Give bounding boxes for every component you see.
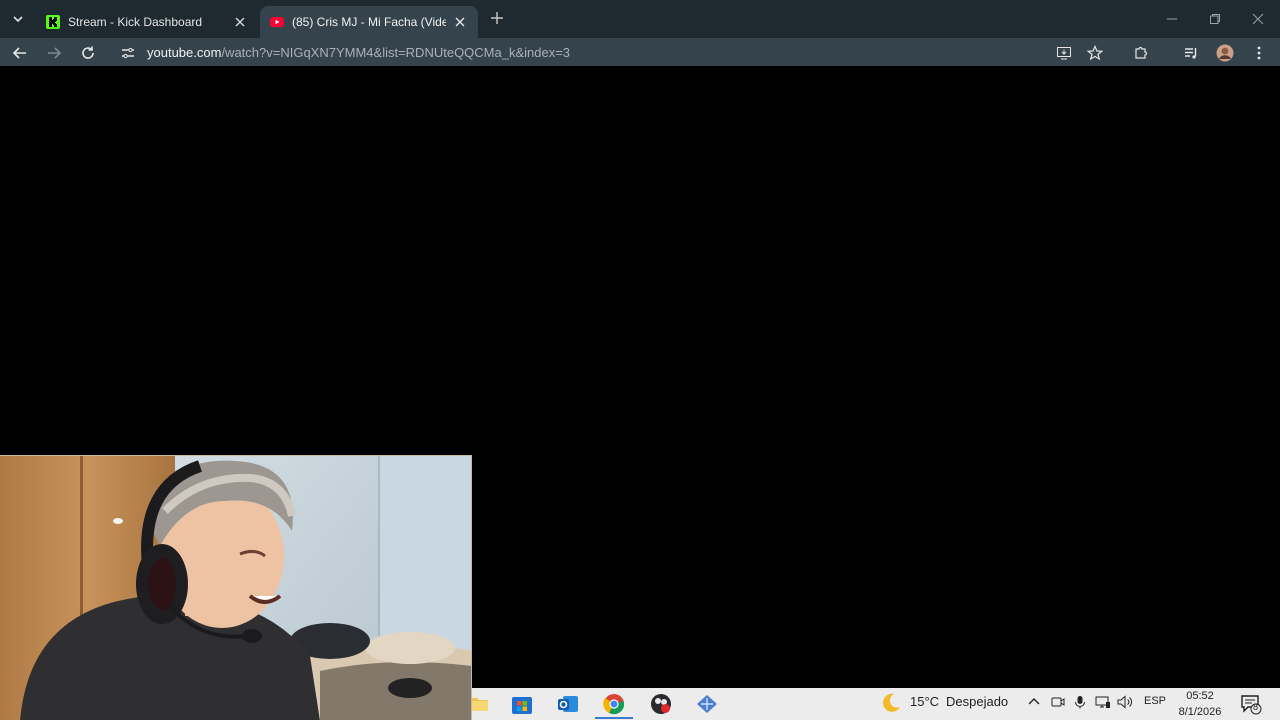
diamond-app-icon xyxy=(697,695,717,713)
arrow-right-icon xyxy=(48,47,62,59)
address-bar[interactable]: youtube.com/watch?v=NIGqXN7YMM4&list=RDN… xyxy=(147,45,570,60)
youtube-icon xyxy=(270,17,284,27)
network-button[interactable] xyxy=(1095,695,1111,712)
webcam-overlay xyxy=(0,455,472,720)
outlook-icon xyxy=(558,696,578,712)
meet-now-button[interactable] xyxy=(1051,695,1065,712)
kick-icon xyxy=(46,15,60,29)
tab-kick-dashboard[interactable]: Stream - Kick Dashboard xyxy=(36,6,258,38)
more-vert-icon xyxy=(1257,46,1261,60)
url-path: /watch?v=NIGqXN7YMM4&list=RDNUteQQCMa_k&… xyxy=(221,45,571,60)
screen: Stream - Kick Dashboard (85) Cris MJ - M… xyxy=(0,0,1280,720)
browser-toolbar: youtube.com/watch?v=NIGqXN7YMM4&list=RDN… xyxy=(0,38,1280,66)
reload-icon xyxy=(82,46,94,59)
close-window-button[interactable] xyxy=(1247,8,1269,30)
chevron-up-icon xyxy=(1028,698,1040,705)
weather-widget[interactable] xyxy=(880,692,902,714)
tab-youtube-video[interactable]: (85) Cris MJ - Mi Facha (Video Oficial) xyxy=(260,6,478,38)
close-icon xyxy=(455,17,465,27)
back-button[interactable] xyxy=(9,42,31,64)
clock-date: 8/1/2026 xyxy=(1178,706,1222,718)
moon-icon xyxy=(883,693,900,712)
notification-center-button[interactable]: 8 xyxy=(1240,693,1262,718)
restore-icon xyxy=(1210,14,1220,24)
system-clock[interactable]: 05:52 8/1/2026 xyxy=(1170,688,1230,720)
tab-close-button[interactable] xyxy=(232,14,248,30)
input-language[interactable]: ESP xyxy=(1144,695,1166,707)
folder-icon xyxy=(470,698,488,711)
install-icon xyxy=(1057,47,1071,60)
forward-button[interactable] xyxy=(43,42,65,64)
extensions-button[interactable] xyxy=(1130,42,1152,64)
new-tab-button[interactable] xyxy=(487,10,507,30)
store-icon xyxy=(512,697,532,714)
close-icon xyxy=(235,17,245,27)
obs-icon xyxy=(651,694,671,714)
arrow-left-icon xyxy=(12,47,26,59)
avatar-icon xyxy=(1216,44,1234,62)
minimize-icon xyxy=(1167,18,1177,20)
tab-search-button[interactable] xyxy=(6,7,30,31)
reload-button[interactable] xyxy=(77,42,99,64)
weather-temp: 15°C xyxy=(910,694,940,709)
outlook-button[interactable] xyxy=(555,691,581,717)
microphone-button[interactable] xyxy=(1073,695,1087,712)
tab-strip: Stream - Kick Dashboard (85) Cris MJ - M… xyxy=(0,0,1280,38)
webcam-feed-image xyxy=(0,456,471,720)
tune-icon xyxy=(122,47,134,59)
puzzle-icon xyxy=(1135,46,1148,59)
url-host: youtube.com xyxy=(147,45,222,60)
speaker-icon xyxy=(1117,695,1132,709)
install-app-button[interactable] xyxy=(1053,42,1075,64)
queue-music-icon xyxy=(1185,48,1197,59)
chevron-down-icon xyxy=(13,16,23,23)
weather-condition: Despejado xyxy=(946,694,1009,709)
bookmark-button[interactable] xyxy=(1084,42,1106,64)
tab-title: (85) Cris MJ - Mi Facha (Video Oficial) xyxy=(292,15,446,29)
notification-icon xyxy=(1241,695,1262,715)
close-icon xyxy=(1252,13,1264,25)
tab-title: Stream - Kick Dashboard xyxy=(68,15,203,29)
network-icon xyxy=(1095,696,1110,708)
microsoft-store-button[interactable] xyxy=(509,691,535,717)
restore-button[interactable] xyxy=(1204,8,1226,30)
browser-menu-button[interactable] xyxy=(1248,42,1270,64)
tab-close-button[interactable] xyxy=(452,14,468,30)
microphone-icon xyxy=(1075,696,1085,709)
minimize-button[interactable] xyxy=(1161,8,1183,30)
media-control-button[interactable] xyxy=(1180,42,1202,64)
chrome-button[interactable] xyxy=(595,691,633,719)
star-icon xyxy=(1087,45,1103,61)
show-hidden-icons-button[interactable] xyxy=(1027,695,1041,712)
site-info-button[interactable] xyxy=(117,42,139,64)
volume-button[interactable] xyxy=(1117,695,1133,712)
clock-time: 05:52 xyxy=(1186,690,1214,702)
chrome-icon xyxy=(603,694,625,715)
app-button[interactable] xyxy=(694,691,720,717)
notification-count: 8 xyxy=(1253,702,1259,712)
camera-icon xyxy=(1051,697,1065,707)
plus-icon xyxy=(491,12,503,24)
obs-button[interactable] xyxy=(648,691,674,717)
profile-avatar[interactable] xyxy=(1214,42,1236,64)
